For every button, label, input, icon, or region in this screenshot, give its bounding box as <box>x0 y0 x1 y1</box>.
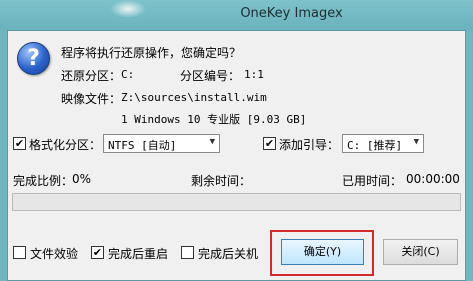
add-boot-checkbox[interactable]: ✔ <box>263 137 276 150</box>
format-partition-checkbox[interactable]: ✔ <box>13 137 26 150</box>
ok-button[interactable]: 确定(Y) <box>281 239 364 265</box>
boot-partition-select-value: C: [推荐] <box>347 139 403 152</box>
title-bar[interactable]: OneKey Imagex <box>0 0 473 30</box>
file-verify-checkbox[interactable] <box>13 246 26 259</box>
elapsed-time-value: 00:00:00 <box>406 172 460 186</box>
shutdown-after-label: 完成后关机 <box>198 247 259 261</box>
progress-percent: 0% <box>72 172 92 186</box>
partition-number-label: 分区编号： <box>180 69 241 83</box>
restart-after-label: 完成后重启 <box>108 247 169 261</box>
shutdown-after-checkbox[interactable] <box>181 246 194 259</box>
restore-partition-value: C: <box>121 68 135 81</box>
window-title: OneKey Imagex <box>240 6 343 21</box>
elapsed-time-label: 已用时间： <box>342 174 403 188</box>
add-boot-label: 添加引导： <box>279 138 340 152</box>
restore-partition-label: 还原分区： <box>61 69 122 83</box>
image-edition-info: 1 Windows 10 专业版 [9.03 GB] <box>121 113 307 126</box>
progress-bar <box>12 193 461 211</box>
confirm-question: 程序将执行还原操作，您确定吗？ <box>61 46 242 60</box>
filesystem-select[interactable]: NTFS [自动] ▼ <box>103 134 220 153</box>
progress-label: 完成比例： <box>13 174 74 188</box>
chevron-down-icon: ▼ <box>209 137 215 147</box>
dialog-body: ? 程序将执行还原操作，您确定吗？ 还原分区： C: 分区编号： 1:1 映像文… <box>7 30 466 281</box>
question-icon: ? <box>17 42 50 75</box>
restart-after-checkbox[interactable]: ✔ <box>91 246 104 259</box>
dialog-window: OneKey Imagex ? 程序将执行还原操作，您确定吗？ 还原分区： C:… <box>0 0 473 281</box>
file-verify-label: 文件效验 <box>30 247 79 261</box>
image-file-label: 映像文件： <box>61 92 122 106</box>
remaining-time-label: 剩余时间： <box>191 174 252 188</box>
boot-partition-select[interactable]: C: [推荐] ▼ <box>342 134 424 153</box>
image-file-path: Z:\sources\install.wim <box>121 91 267 104</box>
chevron-down-icon: ▼ <box>413 137 419 147</box>
filesystem-select-value: NTFS [自动] <box>108 139 177 152</box>
format-partition-label: 格式化分区： <box>29 138 102 152</box>
partition-number-value: 1:1 <box>244 68 264 81</box>
close-button[interactable]: 关闭(C) <box>383 239 458 265</box>
